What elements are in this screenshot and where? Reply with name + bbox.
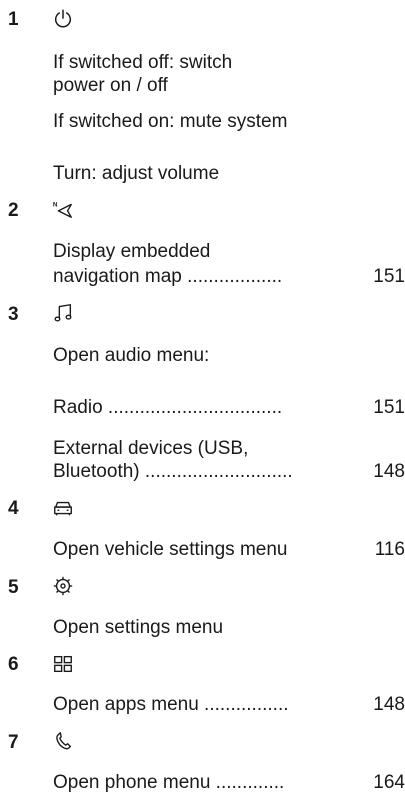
item-4-text-1: Open vehicle settings menu <box>53 539 288 560</box>
apps-grid-icon <box>52 653 74 675</box>
page-ref: 116 <box>374 539 405 560</box>
page-ref: 151 <box>373 397 405 418</box>
item-number: 3 <box>8 304 19 325</box>
item-2-text-1: Display embedded <box>53 241 211 262</box>
music-note-icon <box>52 302 74 324</box>
item-number: 5 <box>8 577 19 598</box>
item-number: 7 <box>8 732 19 753</box>
item-1-text-3: If switched on: mute system <box>53 111 288 132</box>
item-3-text-2: Radio ................................. <box>53 397 283 418</box>
page-ref: 148 <box>373 461 405 482</box>
item-5-text-1: Open settings menu <box>53 617 224 638</box>
manual-page: 1 If switched off: switch power on / off… <box>0 0 405 803</box>
gear-icon <box>52 575 74 597</box>
page-ref: 164 <box>373 772 405 793</box>
phone-icon <box>52 730 74 752</box>
item-6-text-1: Open apps menu ................ <box>53 694 289 715</box>
item-3-text-4: Bluetooth) ............................ <box>53 461 293 482</box>
item-1-text-4: Turn: adjust volume <box>53 163 220 184</box>
svg-text:N: N <box>53 201 58 208</box>
item-number: 2 <box>8 200 19 221</box>
item-1-text-2: power on / off <box>53 75 168 96</box>
navigation-icon: N <box>52 198 74 220</box>
page-ref: 148 <box>373 694 405 715</box>
item-number: 6 <box>8 654 19 675</box>
car-icon <box>52 497 74 519</box>
item-7-text-1: Open phone menu ............. <box>53 772 285 793</box>
item-3-text-3: External devices (USB, <box>53 438 249 459</box>
item-2-text-2: navigation map .................. <box>53 266 283 287</box>
page-ref: 151 <box>373 266 405 287</box>
item-number: 1 <box>8 9 19 30</box>
item-3-text-1: Open audio menu: <box>53 345 210 366</box>
power-icon <box>52 8 74 30</box>
item-1-text-1: If switched off: switch <box>53 52 233 73</box>
item-number: 4 <box>8 498 19 519</box>
